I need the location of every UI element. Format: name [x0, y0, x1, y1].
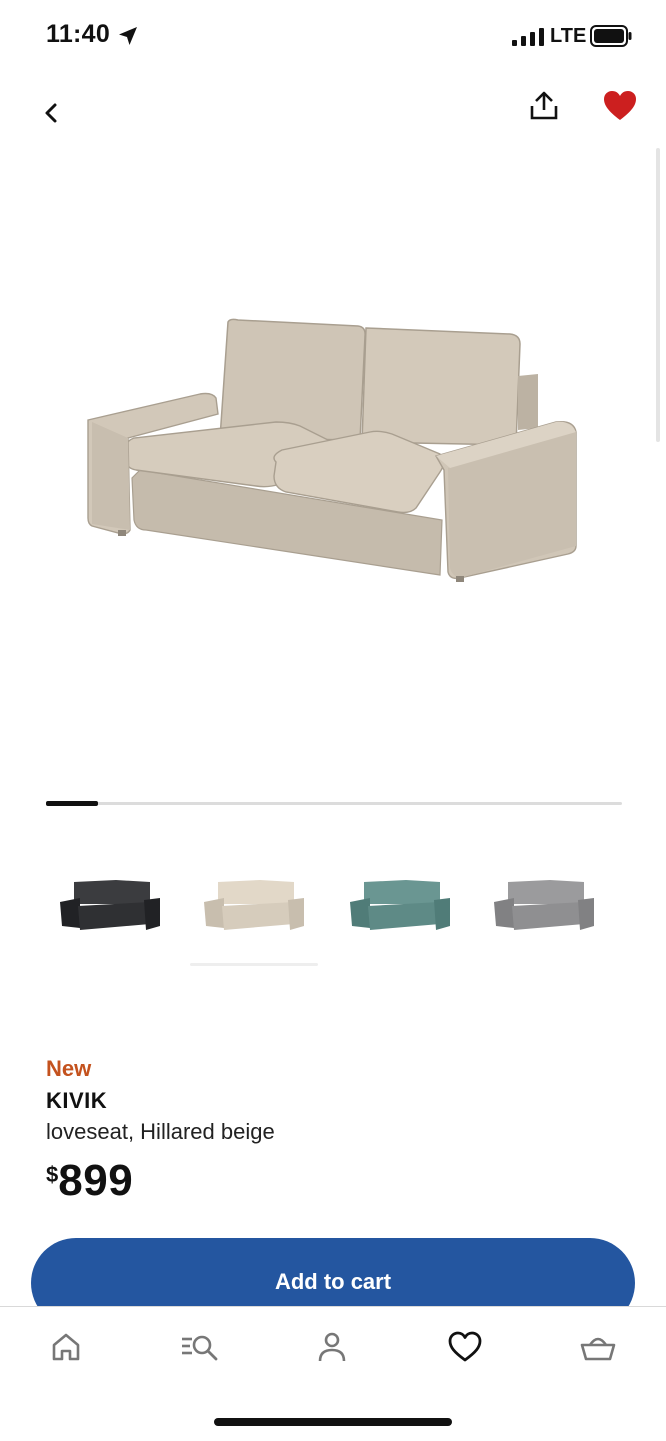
- profile-icon[interactable]: [312, 1327, 352, 1367]
- carousel-progress-fill: [46, 801, 98, 806]
- search-list-icon[interactable]: [180, 1327, 220, 1367]
- heart-filled-icon[interactable]: [602, 88, 638, 124]
- color-swatch-beige[interactable]: [198, 868, 310, 938]
- location-arrow-icon: [119, 27, 137, 45]
- basket-icon[interactable]: [578, 1327, 618, 1367]
- product-image[interactable]: [80, 310, 590, 590]
- battery-icon: [590, 25, 632, 47]
- sofa-thumbnail-icon: [350, 880, 450, 930]
- chevron-left-icon[interactable]: [36, 96, 68, 130]
- carousel-progress: [46, 801, 622, 806]
- sofa-thumbnail-icon: [60, 880, 160, 930]
- cellular-signal-icon: [512, 28, 544, 46]
- home-icon[interactable]: [46, 1327, 86, 1367]
- sofa-thumbnail-icon: [204, 880, 304, 930]
- new-badge: New: [46, 1056, 92, 1081]
- scroll-indicator: [656, 148, 660, 442]
- color-swatch-gray[interactable]: [488, 868, 600, 938]
- selected-swatch-indicator: [190, 963, 318, 966]
- color-swatch-dark-gray[interactable]: [54, 868, 166, 938]
- status-bar: 11:40 LTE: [0, 0, 666, 72]
- price-currency: $: [46, 1162, 59, 1187]
- heart-icon[interactable]: [445, 1327, 485, 1367]
- product-price: $899: [46, 1156, 133, 1206]
- price-amount: 899: [58, 1156, 134, 1205]
- sofa-thumbnail-icon: [494, 880, 594, 930]
- product-name: KIVIK: [46, 1088, 108, 1113]
- share-icon[interactable]: [526, 88, 562, 124]
- home-indicator: [214, 1418, 452, 1426]
- network-type: LTE: [550, 25, 587, 47]
- color-swatch-teal[interactable]: [344, 868, 456, 938]
- status-time: 11:40: [46, 20, 111, 48]
- product-description: loveseat, Hillared beige: [46, 1119, 275, 1144]
